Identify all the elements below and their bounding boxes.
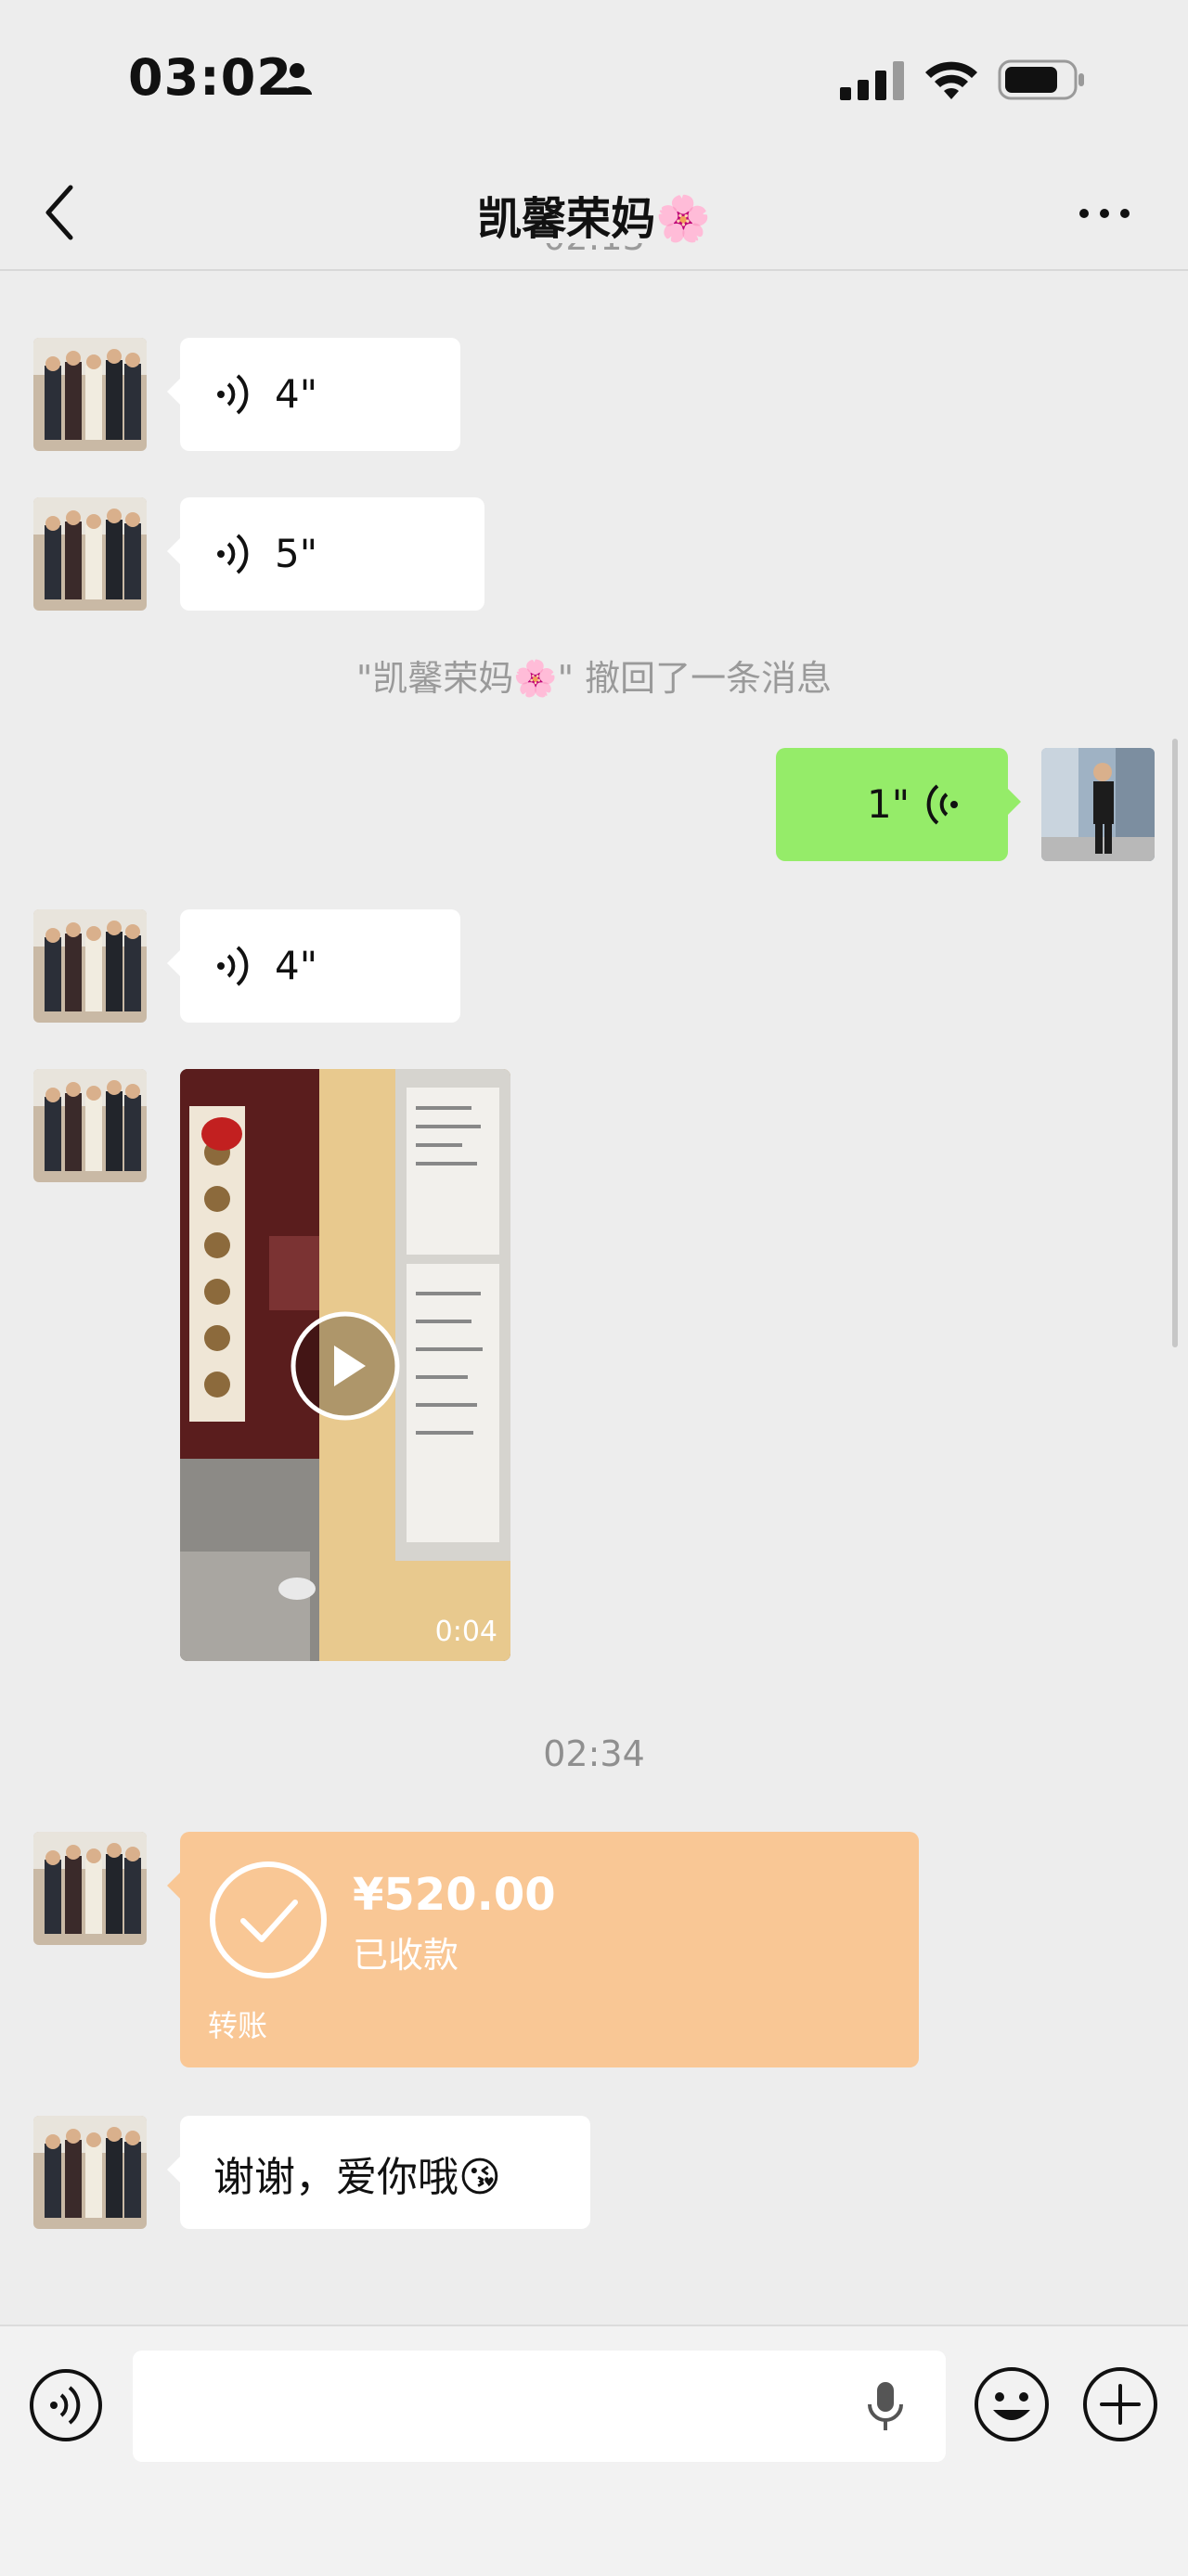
battery-icon bbox=[998, 59, 1084, 100]
voice-message[interactable]: 4" bbox=[167, 338, 460, 451]
person-icon bbox=[282, 63, 312, 95]
status-bar: 03:02 bbox=[0, 0, 1188, 158]
microphone-icon[interactable] bbox=[862, 2378, 909, 2434]
cellular-signal-icon bbox=[840, 61, 904, 100]
more-options-icon[interactable] bbox=[1077, 202, 1132, 225]
transfer-card[interactable]: ¥520.00 已收款 转账 bbox=[167, 1832, 919, 2067]
contact-avatar[interactable] bbox=[33, 909, 147, 1023]
contact-avatar[interactable] bbox=[33, 2116, 147, 2229]
voice-duration: 1" bbox=[867, 781, 910, 827]
voice-wave-icon bbox=[217, 534, 249, 574]
voice-wave-icon bbox=[217, 946, 249, 986]
group-photo-avatar-image bbox=[33, 2116, 147, 2229]
transfer-status: 已收款 bbox=[353, 1935, 459, 1976]
status-time: 03:02 bbox=[128, 48, 292, 107]
group-photo-avatar-image bbox=[33, 1069, 147, 1182]
scrollbar[interactable] bbox=[1172, 739, 1178, 1347]
voice-message[interactable]: 5" bbox=[167, 497, 484, 611]
self-photo-avatar-image bbox=[1041, 748, 1155, 861]
input-bar bbox=[0, 2325, 1188, 2576]
voice-input-toggle-icon[interactable] bbox=[28, 2367, 104, 2443]
group-photo-avatar-image bbox=[33, 338, 147, 451]
wifi-icon bbox=[925, 61, 977, 99]
plus-icon[interactable] bbox=[1081, 2365, 1159, 2443]
voice-duration: 4" bbox=[275, 371, 318, 417]
group-photo-avatar-image bbox=[33, 497, 147, 611]
text-message[interactable]: 谢谢，爱你哦😘 bbox=[167, 2116, 590, 2229]
contact-avatar[interactable] bbox=[33, 1069, 147, 1182]
voice-message[interactable]: 4" bbox=[167, 909, 460, 1023]
timestamp: 02:34 bbox=[543, 1733, 645, 1774]
emoji-icon[interactable] bbox=[973, 2365, 1051, 2443]
transfer-label: 转账 bbox=[208, 2008, 268, 2043]
self-voice-message[interactable]: 1" bbox=[776, 748, 1021, 861]
group-photo-avatar-image bbox=[33, 1832, 147, 1945]
voice-duration: 4" bbox=[275, 943, 318, 988]
chat-title: 凯馨荣妈🌸 bbox=[477, 193, 711, 245]
timestamp-partial: 02:13 bbox=[0, 243, 1188, 269]
video-duration: 0:04 bbox=[434, 1616, 497, 1648]
voice-wave-icon bbox=[217, 374, 249, 415]
contact-avatar[interactable] bbox=[33, 338, 147, 451]
self-avatar[interactable] bbox=[1041, 748, 1155, 861]
play-icon[interactable] bbox=[290, 1310, 401, 1422]
contact-avatar[interactable] bbox=[33, 1832, 147, 1945]
voice-duration: 5" bbox=[275, 531, 318, 576]
video-message[interactable]: 0:04 bbox=[180, 1069, 510, 1661]
transfer-amount: ¥520.00 bbox=[353, 1869, 556, 1921]
voice-wave-icon bbox=[926, 784, 958, 825]
timestamp-partial-text: 02:13 bbox=[543, 243, 645, 258]
text-message-content: 谢谢，爱你哦😘 bbox=[213, 2154, 501, 2201]
recall-notice: "凯馨荣妈🌸" 撤回了一条消息 bbox=[355, 658, 833, 699]
message-input[interactable] bbox=[133, 2351, 946, 2462]
contact-avatar[interactable] bbox=[33, 497, 147, 611]
group-photo-avatar-image bbox=[33, 909, 147, 1023]
checkmark-circle-icon bbox=[210, 1861, 327, 1978]
